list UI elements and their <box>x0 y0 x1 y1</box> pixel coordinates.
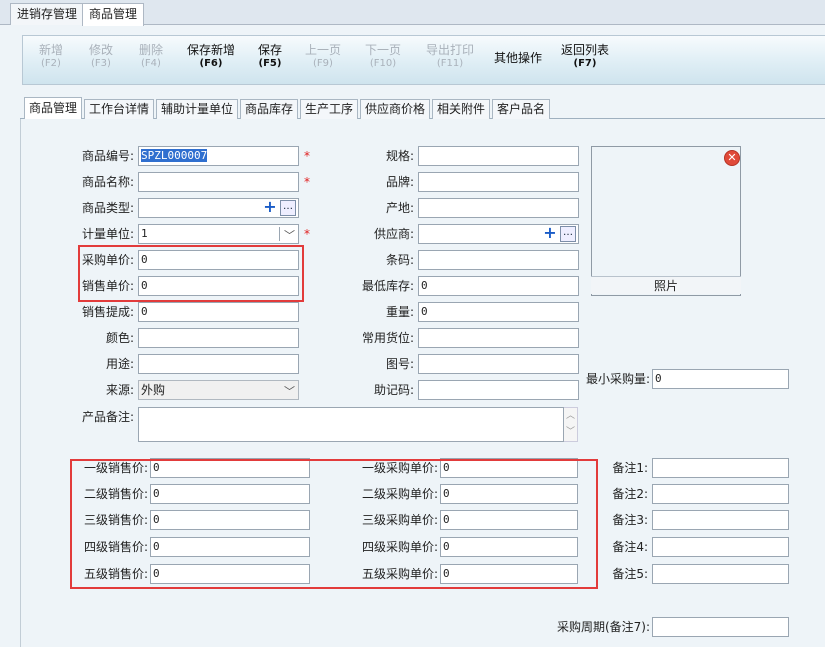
remark-5-label: 备注5: <box>612 567 648 581</box>
save-and-new-button[interactable]: 保存新增 (F6) <box>184 43 238 83</box>
barcode-label: 条码: <box>385 253 414 267</box>
photo-label: 照片 <box>591 276 741 294</box>
next-page-button[interactable]: 下一页 (F10) <box>362 43 404 83</box>
spec-label: 规格: <box>385 149 414 163</box>
supplier-label: 供应商: <box>373 227 414 241</box>
product-type-label: 商品类型: <box>81 201 134 215</box>
product-name-input[interactable] <box>138 172 299 192</box>
tab-inventory-management[interactable]: 进销存管理 <box>10 3 85 25</box>
browse-supplier-icon[interactable]: … <box>560 226 576 242</box>
min-purchase-input[interactable]: 0 <box>652 369 789 389</box>
chevron-down-icon[interactable]: ﹀ <box>284 227 295 243</box>
remark-5-input[interactable] <box>652 564 789 584</box>
usage-label: 用途: <box>105 357 134 371</box>
remark-4-input[interactable] <box>652 537 789 557</box>
required-mark: * <box>304 227 310 241</box>
tab-product-info[interactable]: 商品管理 <box>24 97 83 119</box>
sale-commission-input[interactable]: 0 <box>138 302 299 322</box>
remark-1-label: 备注1: <box>612 461 648 475</box>
location-label: 常用货位: <box>361 331 414 345</box>
unit-label: 计量单位: <box>81 227 134 241</box>
min-stock-label: 最低库存: <box>361 279 414 293</box>
tab-workbench-details[interactable]: 工作台详情 <box>84 99 155 119</box>
other-actions-button[interactable]: 其他操作 <box>490 51 546 91</box>
color-label: 颜色: <box>105 331 134 345</box>
tab-product-management[interactable]: 商品管理 <box>82 3 145 26</box>
tab-customer-product-name[interactable]: 客户品名 <box>492 99 551 119</box>
highlight-box-prices <box>78 245 304 302</box>
back-to-list-button[interactable]: 返回列表 (F7) <box>558 43 612 83</box>
remark-3-label: 备注3: <box>612 513 648 527</box>
tab-attachments[interactable]: 相关附件 <box>432 99 491 119</box>
min-purchase-label: 最小采购量: <box>585 372 650 386</box>
location-input[interactable] <box>418 328 579 348</box>
product-code-label: 商品编号: <box>81 149 134 163</box>
close-icon[interactable]: ✕ <box>724 150 740 166</box>
prev-page-button[interactable]: 上一页 (F9) <box>302 43 344 83</box>
barcode-input[interactable] <box>418 250 579 270</box>
highlight-box-price-levels <box>70 459 598 589</box>
origin-input[interactable] <box>418 198 579 218</box>
brand-input[interactable] <box>418 172 579 192</box>
remark-3-input[interactable] <box>652 510 789 530</box>
new-button[interactable]: 新增 (F2) <box>36 43 66 83</box>
add-type-icon[interactable]: + <box>262 199 278 216</box>
save-button[interactable]: 保存 (F5) <box>254 43 286 83</box>
remark-2-input[interactable] <box>652 484 789 504</box>
unit-select[interactable]: 1 <box>138 224 299 244</box>
drawing-no-label: 图号: <box>385 357 414 371</box>
sale-commission-label: 销售提成: <box>81 305 134 319</box>
brand-label: 品牌: <box>385 175 414 189</box>
remark-1-input[interactable] <box>652 458 789 478</box>
browse-type-icon[interactable]: … <box>280 200 296 216</box>
purchase-cycle-input[interactable] <box>652 617 789 637</box>
export-print-button[interactable]: 导出打印 (F11) <box>422 43 478 83</box>
tab-auxiliary-units[interactable]: 辅助计量单位 <box>156 99 239 119</box>
delete-button[interactable]: 删除 (F4) <box>136 43 166 83</box>
remark-label: 产品备注: <box>81 410 134 424</box>
required-mark: * <box>304 175 310 189</box>
drawing-no-input[interactable] <box>418 354 579 374</box>
product-name-label: 商品名称: <box>81 175 134 189</box>
remark-scrollbar[interactable]: ︿ ﹀ <box>564 407 578 442</box>
unit-select-divider <box>279 227 280 241</box>
tab-supplier-price[interactable]: 供应商价格 <box>360 99 431 119</box>
photo-area[interactable] <box>591 146 741 296</box>
spec-input[interactable] <box>418 146 579 166</box>
remark-4-label: 备注4: <box>612 540 648 554</box>
tab-product-stock[interactable]: 商品库存 <box>240 99 299 119</box>
remark-2-label: 备注2: <box>612 487 648 501</box>
remark-textarea[interactable] <box>138 407 564 442</box>
weight-input[interactable]: 0 <box>418 302 579 322</box>
origin-label: 产地: <box>385 201 414 215</box>
edit-button[interactable]: 修改 (F3) <box>86 43 116 83</box>
source-label: 来源: <box>105 383 134 397</box>
mnemonic-label: 助记码: <box>373 383 414 397</box>
min-stock-input[interactable]: 0 <box>418 276 579 296</box>
color-input[interactable] <box>138 328 299 348</box>
add-supplier-icon[interactable]: + <box>542 225 558 242</box>
tab-production-process[interactable]: 生产工序 <box>300 99 359 119</box>
required-mark: * <box>304 149 310 163</box>
chevron-down-icon[interactable]: ﹀ <box>284 383 295 399</box>
product-code-input[interactable]: SPZL000007 <box>138 146 299 166</box>
purchase-cycle-label: 采购周期(备注7): <box>556 620 650 634</box>
source-select[interactable]: 外购 <box>138 380 299 400</box>
mnemonic-input[interactable] <box>418 380 579 400</box>
usage-input[interactable] <box>138 354 299 374</box>
weight-label: 重量: <box>385 305 414 319</box>
